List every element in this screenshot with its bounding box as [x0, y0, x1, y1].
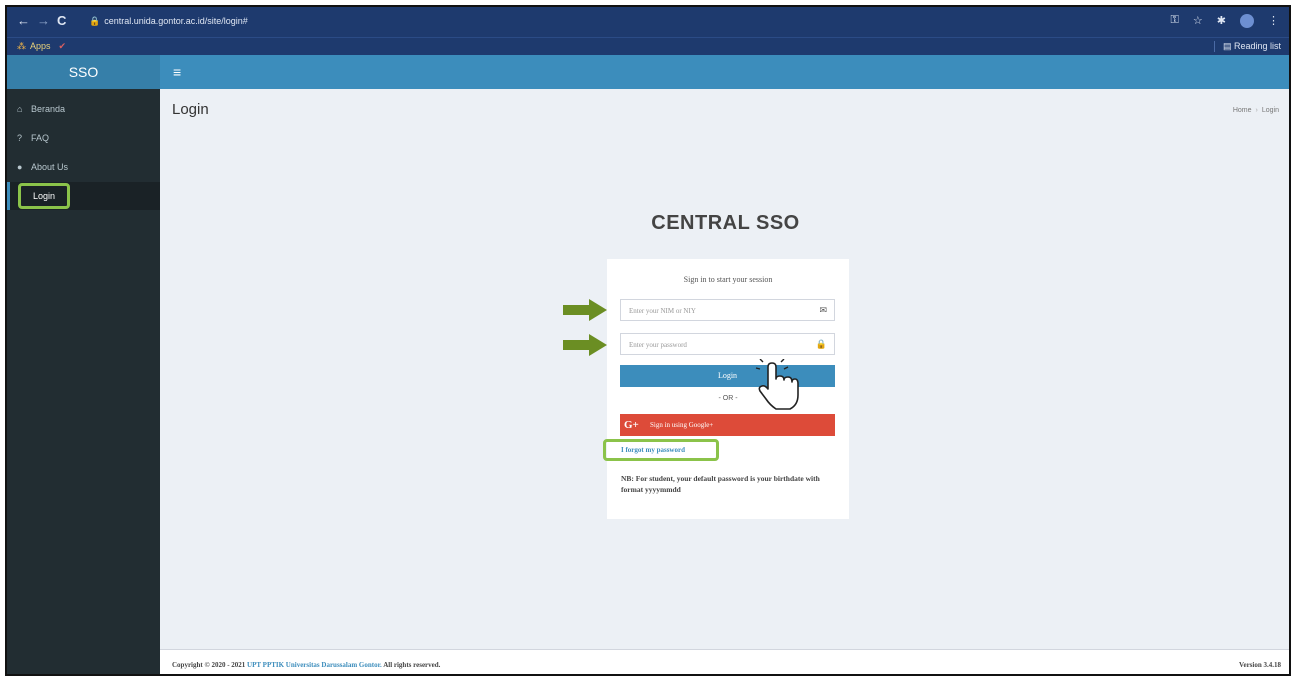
lock-icon: 🔒 — [89, 16, 101, 26]
login-highlight-box: Login — [18, 183, 70, 209]
sidebar-item-label: FAQ — [31, 133, 50, 143]
url-text: central.unida.gontor.ac.id/site/login# — [104, 16, 248, 26]
sidebar-item-faq[interactable]: ? FAQ — [7, 124, 160, 152]
rights-text: All rights reserved. — [383, 661, 441, 669]
reading-list[interactable]: ▤ Reading list — [1213, 41, 1281, 52]
password-field[interactable]: 🔒 — [620, 333, 835, 355]
main-content: Login Home › Login CENTRAL SSO Sign in to … — [160, 89, 1289, 649]
comment-icon: ● — [17, 162, 23, 172]
username-input[interactable] — [621, 301, 834, 321]
copyright-prefix: Copyright © 2020 - 2021 — [172, 661, 246, 669]
question-icon: ? — [17, 133, 23, 143]
apps-label: Apps — [30, 41, 51, 51]
sidebar-item-label: About Us — [31, 162, 69, 172]
reading-list-icon: ▤ — [1222, 41, 1234, 51]
address-bar[interactable]: 🔒 central.unida.gontor.ac.id/site/login# — [89, 16, 248, 27]
username-field[interactable]: ✉ — [620, 299, 835, 321]
arrow-right-icon — [563, 334, 607, 356]
apps-grid-icon: ⁂ — [17, 41, 26, 51]
reading-list-label: Reading list — [1233, 41, 1281, 51]
arrow-right-icon — [563, 299, 607, 321]
forgot-password-link[interactable]: I forgot my password — [621, 446, 685, 454]
or-divider: - OR - — [718, 395, 738, 402]
login-box-message: Sign in to start your session — [683, 275, 773, 284]
app-logo[interactable]: SSO — [7, 55, 160, 89]
browser-toolbar: ← → C 🔒 central.unida.gontor.ac.id/site/l… — [7, 7, 1289, 37]
sidebar-item-login[interactable]: Login — [7, 182, 160, 210]
google-signin-label: Sign in using Google+ — [650, 421, 714, 429]
organization-link[interactable]: UPT PPTIK Universitas Darussalam Gontor. — [247, 661, 382, 669]
browser-actions: ⚿ ☆ ✱ ⋮ — [1171, 14, 1279, 28]
screenshot-frame: ← → C 🔒 central.unida.gontor.ac.id/site/l… — [5, 5, 1291, 676]
bookmark-icon[interactable]: ✔ — [59, 41, 67, 51]
login-brand-title: CENTRAL SSO — [651, 212, 800, 234]
sidebar: ⌂ Beranda ? FAQ ● About Us Login — [7, 89, 160, 674]
breadcrumb: Home › Login — [1233, 107, 1279, 114]
forward-icon[interactable]: → — [37, 13, 50, 28]
password-input[interactable] — [621, 335, 834, 355]
pointer-hand-icon — [755, 359, 799, 410]
profile-avatar[interactable] — [1240, 14, 1254, 28]
key-icon[interactable]: ⚿ — [1171, 14, 1179, 28]
bookmarks-bar: ⁂ Apps ✔ ▤ Reading list — [7, 37, 1289, 55]
breadcrumb-home[interactable]: Home — [1233, 107, 1252, 114]
google-signin-button[interactable]: G+ Sign in using Google+ — [620, 414, 835, 436]
home-icon: ⌂ — [17, 104, 23, 114]
login-button[interactable]: Login — [620, 365, 835, 387]
google-plus-icon: G+ — [624, 419, 639, 431]
footer: Copyright © 2020 - 2021 UPT PPTIK Univer… — [160, 649, 1289, 674]
page-title: Login — [172, 101, 209, 118]
extensions-icon[interactable]: ✱ — [1217, 14, 1226, 28]
reload-icon[interactable]: C — [57, 13, 66, 28]
star-icon[interactable]: ☆ — [1193, 14, 1203, 28]
menu-toggle-icon[interactable]: ≡ — [173, 64, 181, 80]
breadcrumb-separator: › — [1255, 107, 1258, 114]
apps-bookmark[interactable]: ⁂ Apps ✔ — [17, 41, 66, 52]
envelope-icon: ✉ — [819, 305, 827, 315]
lock-icon: 🔒 — [815, 339, 827, 349]
copyright: Copyright © 2020 - 2021 UPT PPTIK Univer… — [172, 661, 440, 669]
sidebar-item-about-us[interactable]: ● About Us — [7, 153, 160, 181]
version-label: Version 3.4.18 — [1239, 661, 1281, 669]
sidebar-item-beranda[interactable]: ⌂ Beranda — [7, 95, 160, 123]
default-password-note: NB: For student, your default password i… — [621, 474, 820, 494]
sidebar-item-label: Login — [32, 191, 56, 201]
sidebar-item-label: Beranda — [31, 104, 66, 114]
login-box: Sign in to start your session ✉ 🔒 Login … — [603, 259, 849, 519]
menu-icon[interactable]: ⋮ — [1268, 14, 1279, 28]
app-header: SSO ≡ — [7, 55, 1289, 89]
breadcrumb-current: Login — [1261, 107, 1279, 114]
back-icon[interactable]: ← — [17, 13, 30, 28]
